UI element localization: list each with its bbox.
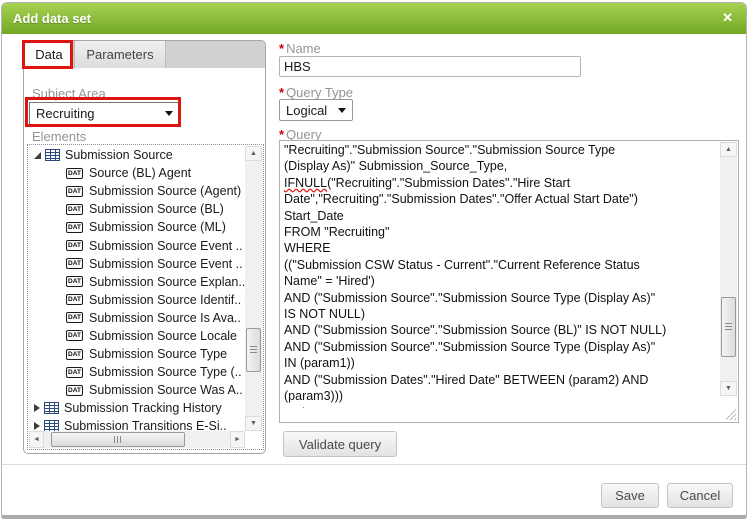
query-type-dropdown[interactable]: Logical: [279, 99, 353, 121]
query-textarea[interactable]: "Recruiting"."Submission Source"."Submis…: [279, 140, 739, 423]
elements-vscroll-thumb[interactable]: [246, 328, 261, 373]
scroll-down-icon[interactable]: ▼: [245, 416, 262, 431]
subject-area-dropdown[interactable]: Recruiting: [29, 102, 180, 125]
tree-item-label: Submission Source Was A..: [89, 383, 243, 398]
dat-icon: DAT: [66, 348, 83, 360]
subject-area-value: Recruiting: [36, 106, 95, 121]
tree-item[interactable]: DAT Submission Source (Agent): [29, 182, 245, 200]
dat-icon: DAT: [66, 330, 83, 342]
table-icon: [44, 420, 59, 431]
elements-tree: Submission Source DAT Source (BL) Agent DAT…: [29, 146, 245, 431]
tree-item-label: Submission Source (BL): [89, 202, 224, 217]
tree-item-label: Submission Source: [65, 148, 173, 163]
tree-item-label: Submission Source Type (..: [89, 365, 242, 380]
footer-divider: [2, 464, 746, 465]
tree-item[interactable]: Submission Source: [29, 146, 245, 164]
tree-item[interactable]: DAT Submission Source Type: [29, 345, 245, 363]
tree-item[interactable]: DAT Submission Source Was A..: [29, 381, 245, 399]
elements-vertical-scrollbar[interactable]: ▲ ▼: [245, 146, 262, 431]
resize-grip-icon[interactable]: [725, 409, 736, 420]
query-type-label: * Query Type: [279, 85, 354, 100]
expander-collapsed-icon[interactable]: [34, 404, 40, 413]
elements-hscroll-thumb[interactable]: [51, 432, 185, 447]
tree-item-label: Submission Source (ML): [89, 220, 226, 235]
query-vertical-scrollbar[interactable]: ▲ ▼: [720, 142, 737, 396]
name-input[interactable]: [279, 56, 581, 77]
tree-item-label: Submission Source Is Ava..: [89, 310, 241, 325]
dat-icon: DAT: [66, 294, 83, 306]
cancel-button[interactable]: Cancel: [667, 483, 733, 508]
tree-item[interactable]: DAT Submission Source Locale: [29, 327, 245, 345]
tree-item-label: Submission Source (Agent): [89, 184, 242, 199]
tree-item-label: Submission Source Explan..: [89, 274, 245, 289]
tree-item-label: Submission Source Identif..: [89, 292, 242, 307]
dat-icon: DAT: [66, 167, 83, 179]
elements-label: Elements: [32, 129, 87, 144]
scroll-right-icon[interactable]: ►: [230, 431, 245, 448]
dat-icon: DAT: [66, 221, 83, 233]
dat-icon: DAT: [66, 258, 83, 270]
chevron-down-icon: [165, 111, 173, 116]
add-data-set-dialog: Add data set ✕ Data Parameters Subject A…: [1, 2, 747, 519]
query-vscroll-thumb[interactable]: [721, 296, 736, 357]
close-icon[interactable]: ✕: [722, 10, 733, 26]
dat-icon: DAT: [66, 276, 83, 288]
dat-icon: DAT: [66, 312, 83, 324]
table-icon: [44, 402, 59, 415]
dat-icon: DAT: [66, 203, 83, 215]
tree-item-label: Submission Source Locale: [89, 328, 237, 343]
tree-item-label: Submission Source Event ..: [89, 256, 243, 271]
scroll-down-icon[interactable]: ▼: [720, 381, 737, 396]
expander-collapsed-icon[interactable]: [34, 422, 40, 431]
required-marker: *: [279, 85, 285, 100]
tree-item[interactable]: Submission Tracking History: [29, 399, 245, 417]
tree-item-label: Submission Source Event ..: [89, 238, 243, 253]
tree-item[interactable]: DAT Submission Source Is Ava..: [29, 309, 245, 327]
elements-listbox: Submission Source DAT Source (BL) Agent DAT…: [27, 144, 264, 450]
validate-query-button[interactable]: Validate query: [283, 431, 397, 457]
dat-icon: DAT: [66, 240, 83, 252]
name-label: * Name: [279, 41, 321, 56]
tree-item[interactable]: DAT Submission Source Event ..: [29, 236, 245, 254]
tree-item[interactable]: DAT Source (BL) Agent: [29, 164, 245, 182]
query-type-value: Logical: [286, 102, 328, 118]
dat-icon: DAT: [66, 185, 83, 197]
dialog-title: Add data set: [13, 11, 92, 26]
tree-item-label: Source (BL) Agent: [89, 166, 192, 181]
elements-horizontal-scrollbar[interactable]: ◄ ►: [29, 431, 245, 448]
scroll-up-icon[interactable]: ▲: [720, 142, 737, 157]
tree-item[interactable]: DAT Submission Source (ML): [29, 218, 245, 236]
tree-item[interactable]: DAT Submission Source Identif..: [29, 291, 245, 309]
tree-item-label: Submission Transitions E-Si..: [64, 419, 227, 431]
tree-item[interactable]: DAT Submission Source Type (..: [29, 363, 245, 381]
tree-item-label: Submission Tracking History: [64, 401, 222, 416]
query-text: "Recruiting"."Submission Source"."Submis…: [284, 143, 667, 408]
dat-icon: DAT: [66, 384, 83, 396]
left-panel: Data Parameters Subject Area Recruiting …: [23, 40, 266, 454]
save-button[interactable]: Save: [601, 483, 659, 508]
tab-parameters[interactable]: Parameters: [74, 41, 166, 68]
table-icon: [45, 149, 60, 162]
tree-item-label: Submission Source Type: [89, 347, 228, 362]
subject-area-label: Subject Area: [32, 86, 106, 101]
scroll-up-icon[interactable]: ▲: [245, 146, 262, 161]
dat-icon: DAT: [66, 366, 83, 378]
tree-item[interactable]: DAT Submission Source (BL): [29, 200, 245, 218]
dialog-titlebar: Add data set ✕: [2, 3, 746, 34]
tree-item[interactable]: DAT Submission Source Event ..: [29, 255, 245, 273]
scroll-left-icon[interactable]: ◄: [29, 431, 44, 448]
required-marker: *: [279, 41, 285, 56]
tab-strip: Data Parameters: [24, 41, 265, 68]
tree-item[interactable]: DAT Submission Source Explan..: [29, 273, 245, 291]
tree-item[interactable]: Submission Transitions E-Si..: [29, 417, 245, 431]
tab-data[interactable]: Data: [25, 41, 73, 68]
chevron-down-icon: [338, 107, 346, 113]
expander-expanded-icon[interactable]: [34, 151, 41, 159]
